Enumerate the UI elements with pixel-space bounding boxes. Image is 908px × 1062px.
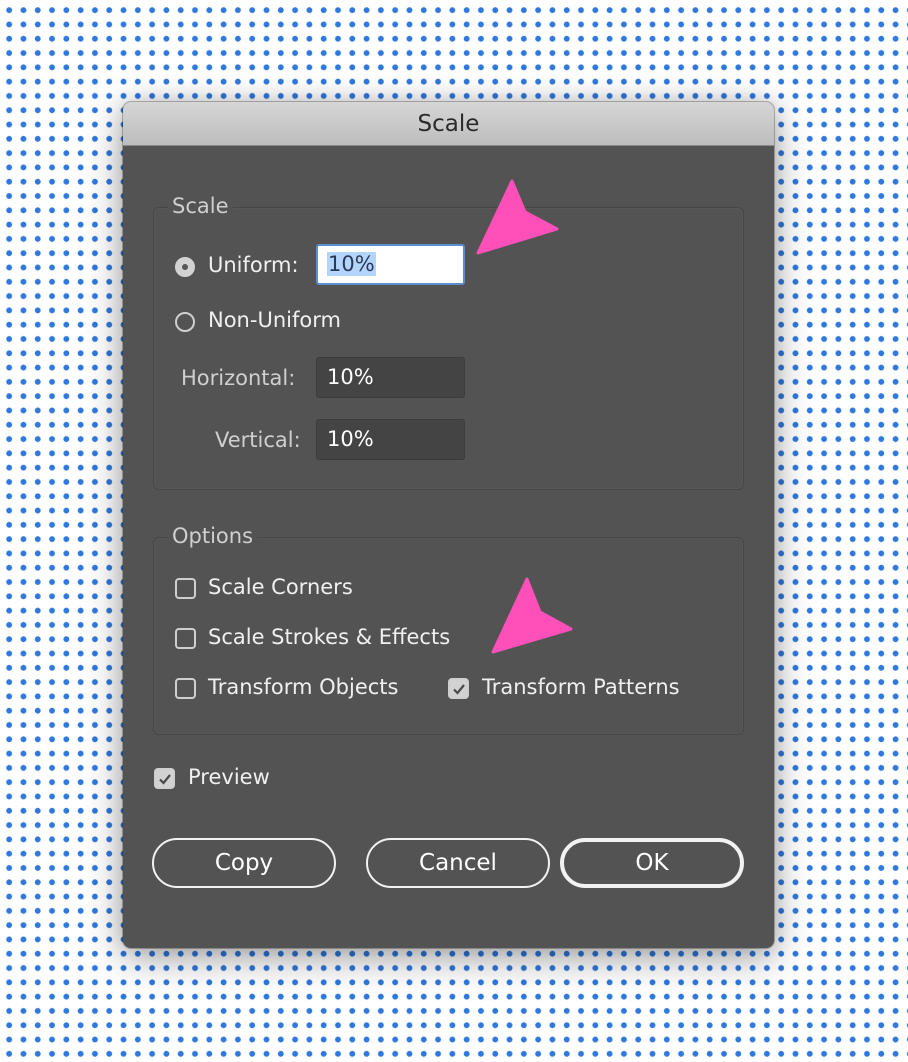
scale-corners-checkbox[interactable]: [175, 578, 196, 599]
preview-label[interactable]: Preview: [188, 765, 270, 789]
non-uniform-radio[interactable]: [175, 312, 195, 332]
horizontal-input[interactable]: 10%: [316, 357, 465, 398]
non-uniform-label[interactable]: Non-Uniform: [208, 308, 341, 332]
horizontal-label: Horizontal:: [181, 366, 296, 390]
vertical-label: Vertical:: [215, 428, 301, 452]
scale-strokes-label[interactable]: Scale Strokes & Effects: [208, 625, 450, 649]
dialog-title: Scale: [123, 102, 774, 146]
scale-corners-label[interactable]: Scale Corners: [208, 575, 353, 599]
cancel-button[interactable]: Cancel: [366, 838, 550, 888]
transform-patterns-checkbox[interactable]: [448, 678, 469, 699]
uniform-label[interactable]: Uniform:: [208, 253, 299, 277]
copy-button[interactable]: Copy: [152, 838, 336, 888]
transform-objects-label[interactable]: Transform Objects: [208, 675, 398, 699]
checkmark-icon: [159, 774, 171, 785]
checkmark-icon: [453, 684, 465, 695]
preview-checkbox[interactable]: [154, 768, 175, 789]
vertical-input[interactable]: 10%: [316, 419, 465, 460]
scale-group-label: Scale: [168, 194, 233, 218]
uniform-input[interactable]: 10%: [316, 244, 465, 285]
transform-objects-checkbox[interactable]: [175, 678, 196, 699]
scale-strokes-checkbox[interactable]: [175, 628, 196, 649]
scale-dialog: Scale Scale Uniform: 10% Non-Uniform Hor…: [123, 102, 774, 948]
uniform-input-value: 10%: [327, 252, 376, 276]
transform-patterns-label[interactable]: Transform Patterns: [482, 675, 680, 699]
ok-button[interactable]: OK: [560, 838, 744, 888]
options-group-label: Options: [168, 524, 258, 548]
uniform-radio[interactable]: [175, 257, 195, 277]
